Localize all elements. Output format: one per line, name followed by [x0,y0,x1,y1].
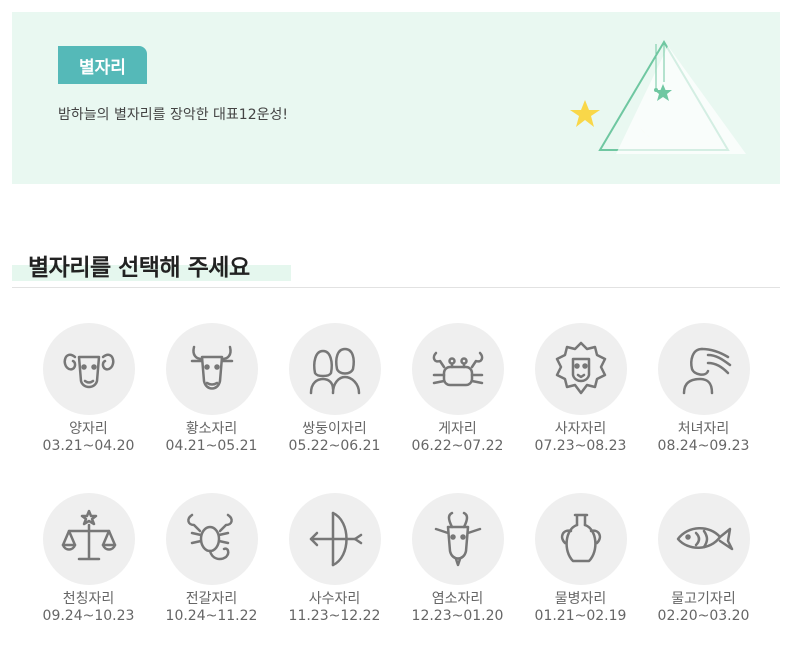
divider [12,287,780,288]
sign-sagittarius[interactable]: 사수자리 11.23~12.22 [273,493,396,625]
sign-icon-wrapper [288,493,381,585]
sign-icon-wrapper [42,493,135,585]
sign-icon-wrapper [657,323,750,415]
sign-dates: 07.23~08.23 [534,438,627,454]
sign-icon-wrapper [42,323,135,415]
sign-name: 물고기자리 [671,591,736,607]
sign-icon-wrapper [165,323,258,415]
sign-aquarius[interactable]: 물병자리 01.21~02.19 [519,493,642,625]
sign-dates: 09.24~10.23 [42,608,135,624]
sign-dates: 08.24~09.23 [657,438,750,454]
scorpio-scorpion-icon [186,513,233,561]
sign-icon-wrapper [534,323,627,415]
banner-badge: 별자리 [58,46,147,84]
sign-icon-wrapper [657,493,750,585]
sign-name: 전갈자리 [185,591,238,607]
sign-dates: 05.22~06.21 [288,438,381,454]
sign-dates: 02.20~03.20 [657,608,750,624]
sign-name: 사자자리 [554,421,607,437]
sign-name: 양자리 [69,421,108,437]
sign-name: 처녀자리 [677,421,730,437]
sign-name: 천칭자리 [62,591,115,607]
cancer-crab-icon [432,351,483,387]
capricorn-goat-icon [434,511,481,567]
moon-triangle-icon [570,40,746,154]
sign-name: 황소자리 [185,421,238,437]
sign-name: 쌍둥이자리 [302,421,367,437]
sign-dates: 03.21~04.20 [42,438,135,454]
gemini-twins-icon [309,347,360,395]
sign-virgo[interactable]: 처녀자리 08.24~09.23 [642,323,765,455]
sign-icon-wrapper [411,323,504,415]
aries-ram-icon [63,353,114,389]
sign-aries[interactable]: 양자리 03.21~04.20 [27,323,150,455]
sign-pisces[interactable]: 물고기자리 02.20~03.20 [642,493,765,625]
sign-cancer[interactable]: 게자리 06.22~07.22 [396,323,519,455]
sign-icon-wrapper [288,323,381,415]
sign-gemini[interactable]: 쌍둥이자리 05.22~06.21 [273,323,396,455]
section-title: 별자리를 선택해 주세요 [28,255,250,281]
sign-dates: 11.23~12.22 [288,608,381,624]
taurus-bull-icon [190,345,233,390]
pisces-fish-icon [676,527,733,551]
sign-taurus[interactable]: 황소자리 04.21~05.21 [150,323,273,455]
sign-leo[interactable]: 사자자리 07.23~08.23 [519,323,642,455]
sign-icon-wrapper [411,493,504,585]
sign-name: 물병자리 [554,591,607,607]
sign-name: 염소자리 [431,591,484,607]
banner-description: 밤하늘의 별자리를 장악한 대표12운성! [58,107,288,123]
sign-name: 사수자리 [308,591,361,607]
sign-capricorn[interactable]: 염소자리 12.23~01.20 [396,493,519,625]
aquarius-vase-icon [560,513,601,563]
sign-dates: 01.21~02.19 [534,608,627,624]
libra-scales-icon [61,509,116,561]
virgo-maiden-icon [682,347,731,395]
sign-dates: 04.21~05.21 [165,438,258,454]
sign-dates: 06.22~07.22 [411,438,504,454]
sign-name: 게자리 [438,421,477,437]
sign-dates: 12.23~01.20 [411,608,504,624]
sign-scorpio[interactable]: 전갈자리 10.24~11.22 [150,493,273,625]
sign-libra[interactable]: 천칭자리 09.24~10.23 [27,493,150,625]
sagittarius-bow-icon [309,511,362,567]
sign-icon-wrapper [534,493,627,585]
sign-icon-wrapper [165,493,258,585]
sign-dates: 10.24~11.22 [165,608,258,624]
leo-lion-icon [555,341,606,395]
